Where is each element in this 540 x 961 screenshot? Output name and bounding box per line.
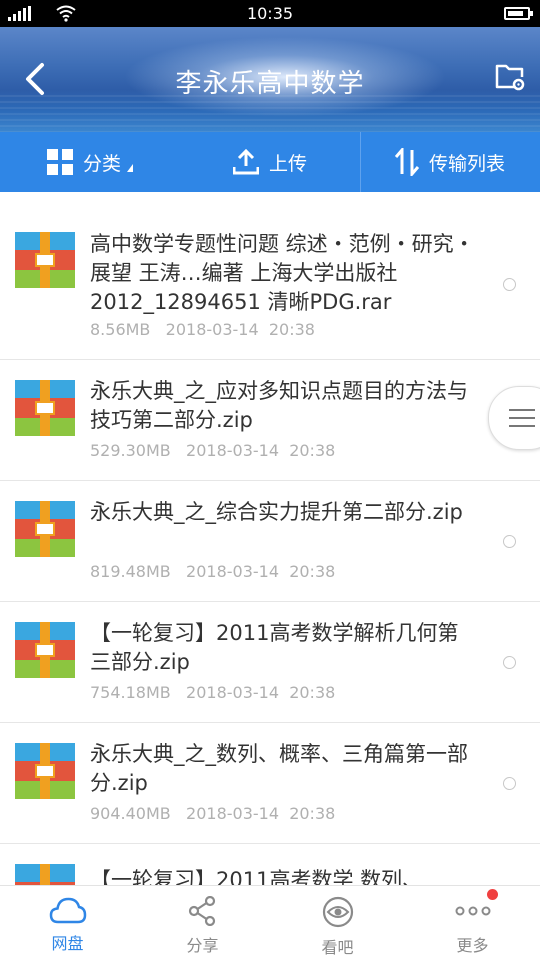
dropdown-caret-icon — [127, 164, 133, 172]
nav-label: 网盘 — [51, 934, 84, 953]
file-name: 永乐大典_之_综合实力提升第二部分.zip — [90, 500, 463, 524]
file-name: 永乐大典_之_数列、概率、三角篇第一部分.zip — [90, 742, 468, 795]
share-icon — [188, 896, 215, 926]
select-radio[interactable] — [503, 278, 516, 291]
file-meta: 904.40MB 2018-03-14 20:38 — [90, 804, 335, 823]
file-meta: 529.30MB 2018-03-14 20:38 — [90, 441, 335, 460]
nav-item-watch[interactable]: 看吧 — [270, 886, 405, 961]
file-row[interactable]: 永乐大典_之_数列、概率、三角篇第一部分.zip 904.40MB 2018-0… — [0, 723, 540, 844]
nav-item-more[interactable]: 更多 — [405, 886, 540, 961]
file-name: 【一轮复习】2011高考数学 数列、 — [90, 868, 424, 885]
category-label: 分类 — [82, 152, 121, 175]
file-name: 高中数学专题性问题 综述・范例・研究・展望 王涛…编著 上海大学出版社 2012… — [90, 232, 475, 314]
file-name: 永乐大典_之_应对多知识点题目的方法与技巧第二部分.zip — [90, 379, 468, 432]
file-name: 【一轮复习】2011高考数学解析几何第三部分.zip — [90, 621, 459, 674]
select-radio[interactable] — [503, 777, 516, 790]
archive-file-icon — [15, 232, 75, 288]
file-date: 2018-03-14 20:38 — [186, 562, 336, 581]
upload-label: 上传 — [268, 152, 307, 175]
header-bar: 李永乐高中数学 — [0, 27, 540, 132]
transfer-list-button[interactable]: 传输列表 — [360, 132, 540, 192]
more-dots-icon — [455, 906, 490, 916]
file-size: 8.56MB — [90, 320, 151, 339]
nav-item-netdisk[interactable]: 网盘 — [0, 886, 135, 961]
battery-icon — [504, 7, 533, 20]
select-radio[interactable] — [503, 656, 516, 669]
file-size: 754.18MB — [90, 683, 171, 702]
status-bar: 10:35 — [0, 0, 540, 27]
folder-settings-icon[interactable] — [494, 61, 526, 93]
file-date: 2018-03-14 20:38 — [186, 683, 336, 702]
archive-file-icon — [15, 380, 75, 436]
notification-badge — [487, 889, 498, 900]
file-size: 819.48MB — [90, 562, 171, 581]
bottom-nav: 网盘 分享 看吧 更多 — [0, 885, 540, 961]
file-date: 2018-03-14 20:38 — [186, 804, 336, 823]
file-row[interactable]: 高中数学专题性问题 综述・范例・研究・展望 王涛…编著 上海大学出版社 2012… — [0, 192, 540, 360]
archive-file-icon — [15, 622, 75, 678]
file-row[interactable]: 永乐大典_之_应对多知识点题目的方法与技巧第二部分.zip 529.30MB 2… — [0, 360, 540, 481]
file-list: 高中数学专题性问题 综述・范例・研究・展望 王涛…编著 上海大学出版社 2012… — [0, 192, 540, 885]
file-meta: 819.48MB 2018-03-14 20:38 — [90, 562, 335, 581]
archive-file-icon — [15, 864, 75, 885]
file-date: 2018-03-14 20:38 — [186, 441, 336, 460]
archive-file-icon — [15, 743, 75, 799]
archive-file-icon — [15, 501, 75, 557]
nav-label: 分享 — [186, 936, 219, 955]
file-row[interactable]: 【一轮复习】2011高考数学 数列、 — [0, 844, 540, 885]
category-button[interactable]: 分类 — [0, 132, 180, 192]
nav-label: 看吧 — [321, 938, 354, 957]
action-toolbar: 分类 上传 传输列表 — [0, 132, 540, 192]
cloud-icon — [49, 897, 86, 924]
transfer-arrows-icon — [394, 148, 419, 176]
file-size: 904.40MB — [90, 804, 171, 823]
status-time: 10:35 — [246, 4, 294, 23]
nav-label: 更多 — [456, 936, 489, 955]
select-radio[interactable] — [503, 535, 516, 548]
page-title: 李永乐高中数学 — [175, 69, 365, 99]
eye-icon — [322, 896, 353, 928]
upload-button[interactable]: 上传 — [180, 132, 360, 192]
upload-icon — [232, 149, 259, 175]
floating-menu-button[interactable] — [488, 386, 540, 450]
nav-item-share[interactable]: 分享 — [135, 886, 270, 961]
file-meta: 8.56MB 2018-03-14 20:38 — [90, 320, 315, 339]
file-row[interactable]: 【一轮复习】2011高考数学解析几何第三部分.zip 754.18MB 2018… — [0, 602, 540, 723]
file-size: 529.30MB — [90, 441, 171, 460]
file-row[interactable]: 永乐大典_之_综合实力提升第二部分.zip 819.48MB 2018-03-1… — [0, 481, 540, 602]
file-meta: 754.18MB 2018-03-14 20:38 — [90, 683, 335, 702]
transfer-list-label: 传输列表 — [428, 152, 505, 175]
file-date: 2018-03-14 20:38 — [165, 320, 315, 339]
grid-icon — [46, 149, 73, 175]
